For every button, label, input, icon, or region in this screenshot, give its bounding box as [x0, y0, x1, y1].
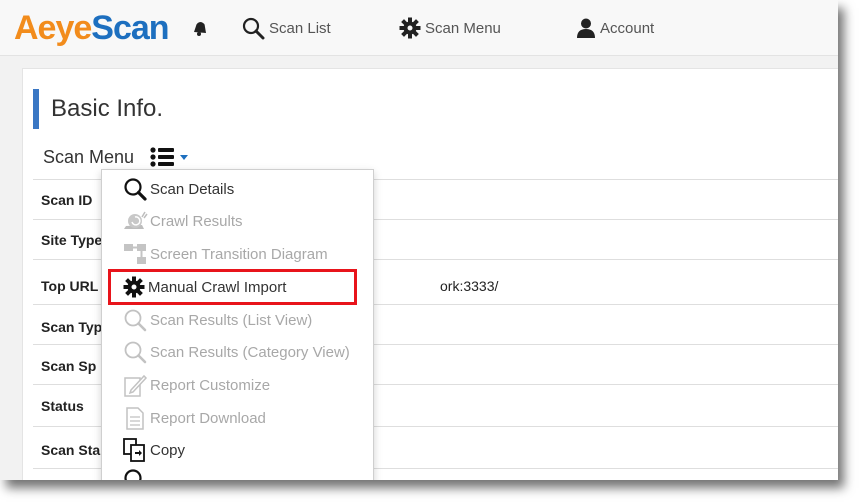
- gear-icon: [399, 17, 421, 39]
- menu-item-label: Report Download: [150, 409, 266, 427]
- magnifier-icon: [124, 309, 147, 332]
- gear-icon: [123, 276, 145, 298]
- copy-icon: [123, 438, 145, 462]
- row-label: Scan Typ: [41, 319, 103, 335]
- diagram-icon: [124, 244, 146, 264]
- snail-icon: [124, 211, 148, 229]
- chevron-down-icon: [180, 154, 189, 160]
- user-icon: [577, 18, 595, 38]
- menu-item-label: Scan Results (Category View): [150, 343, 350, 361]
- top-navbar: AeyeScan Scan List Scan Menu Account: [0, 0, 838, 56]
- nav-scan-menu[interactable]: Scan Menu: [398, 14, 501, 42]
- nav-account-label: Account: [600, 19, 655, 37]
- magnifier-icon: [124, 178, 147, 201]
- logo-part-2: Scan: [91, 9, 169, 47]
- row-label: Scan ID: [41, 192, 93, 208]
- scan-menu-dropdown: Scan Details Crawl Results Screen Transi…: [101, 169, 374, 480]
- row-label: Status: [41, 398, 84, 414]
- menu-item-crawl-results[interactable]: Crawl Results: [122, 208, 243, 234]
- menu-item-label: Report Customize: [150, 376, 271, 394]
- menu-item-copy[interactable]: Copy: [122, 437, 185, 463]
- menu-item-partial[interactable]: [122, 467, 150, 480]
- nav-scan-menu-label: Scan Menu: [425, 19, 501, 37]
- nav-scan-list[interactable]: Scan List: [240, 14, 331, 42]
- title-accent-bar: [33, 89, 39, 129]
- menu-item-report-download[interactable]: Report Download: [122, 405, 266, 431]
- row-label: Scan Sta: [41, 442, 101, 458]
- magnifier-icon: [124, 469, 142, 480]
- pencil-document-icon: [124, 374, 148, 397]
- scan-menu-row: Scan Menu: [43, 143, 189, 171]
- magnifier-icon: [124, 341, 147, 364]
- menu-item-label: Scan Results (List View): [150, 311, 313, 329]
- logo-part-1: Aeye: [14, 9, 92, 47]
- menu-item-label: Manual Crawl Import: [148, 278, 287, 296]
- menu-item-manual-crawl-import[interactable]: Manual Crawl Import: [122, 274, 286, 300]
- menu-item-label: Copy: [150, 441, 186, 459]
- menu-item-report-customize[interactable]: Report Customize: [122, 372, 270, 398]
- scan-menu-label: Scan Menu: [43, 146, 135, 167]
- menu-item-label: Crawl Results: [150, 212, 243, 230]
- app-window: AeyeScan Scan List Scan Menu Account Bas…: [0, 0, 838, 480]
- document-icon: [126, 407, 144, 430]
- nav-scan-list-label: Scan List: [269, 19, 331, 37]
- menu-item-label: Scan Details: [150, 180, 235, 198]
- menu-item-scan-details[interactable]: Scan Details: [122, 176, 234, 202]
- scan-menu-dropdown-toggle[interactable]: [150, 147, 189, 167]
- row-label: Scan Sp: [41, 358, 97, 374]
- aeyescan-logo[interactable]: AeyeScan: [14, 6, 170, 50]
- list-icon: [150, 147, 175, 167]
- search-icon: [242, 17, 265, 40]
- page-title: Basic Info.: [51, 95, 164, 122]
- nav-account[interactable]: Account: [575, 14, 654, 42]
- row-label: Top URL: [41, 278, 99, 294]
- row-value: ork:3333/: [440, 278, 499, 294]
- menu-item-screen-transition-diagram[interactable]: Screen Transition Diagram: [122, 241, 328, 267]
- menu-item-label: Screen Transition Diagram: [150, 245, 328, 263]
- row-label: Site Type: [41, 232, 103, 248]
- bell-icon[interactable]: [190, 14, 213, 42]
- menu-item-scan-results-list[interactable]: Scan Results (List View): [122, 307, 312, 333]
- menu-item-scan-results-category[interactable]: Scan Results (Category View): [122, 339, 350, 365]
